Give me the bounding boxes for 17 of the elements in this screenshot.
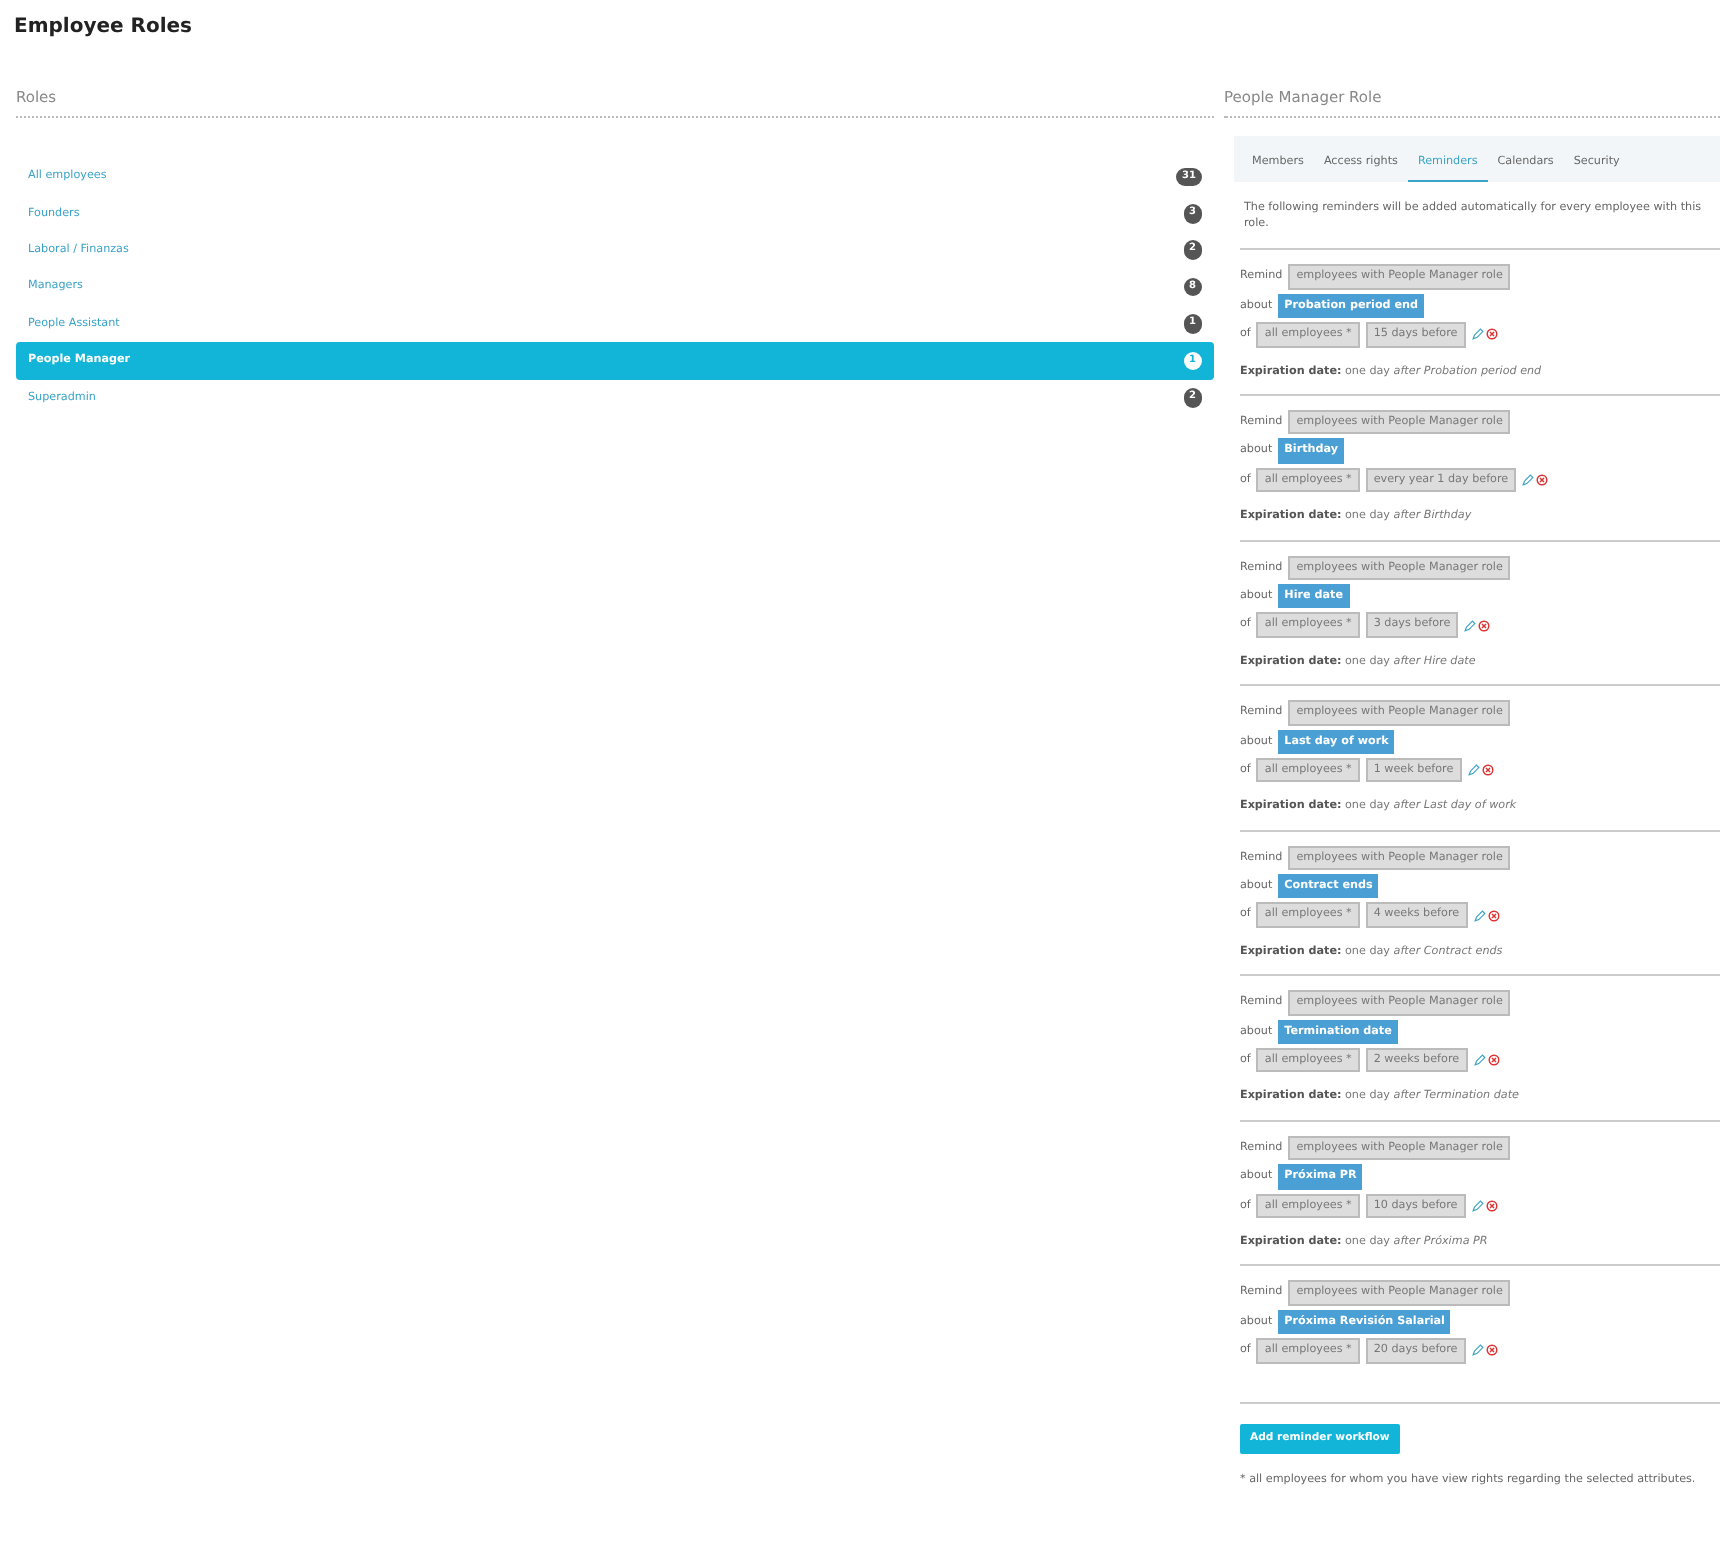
delete-icon[interactable]: [1536, 473, 1549, 486]
delete-icon[interactable]: [1485, 328, 1498, 341]
pencil-icon[interactable]: [1473, 1054, 1486, 1067]
delete-icon[interactable]: [1478, 619, 1491, 632]
delete-icon[interactable]: [1485, 1344, 1498, 1357]
pencil-icon[interactable]: [1473, 909, 1486, 922]
pencil-icon[interactable]: [1471, 1344, 1484, 1357]
page-title: Employee Roles: [14, 14, 195, 42]
pencil-icon[interactable]: [1471, 1199, 1484, 1212]
delete-icon[interactable]: [1481, 764, 1494, 777]
pencil-icon[interactable]: [1471, 328, 1484, 341]
pencil-icon[interactable]: [1464, 619, 1477, 632]
delete-icon[interactable]: [1487, 1054, 1500, 1067]
delete-icon[interactable]: [1485, 1199, 1498, 1212]
delete-icon[interactable]: [1487, 909, 1500, 922]
pencil-icon[interactable]: [1467, 764, 1480, 777]
pencil-icon[interactable]: [1522, 473, 1535, 486]
